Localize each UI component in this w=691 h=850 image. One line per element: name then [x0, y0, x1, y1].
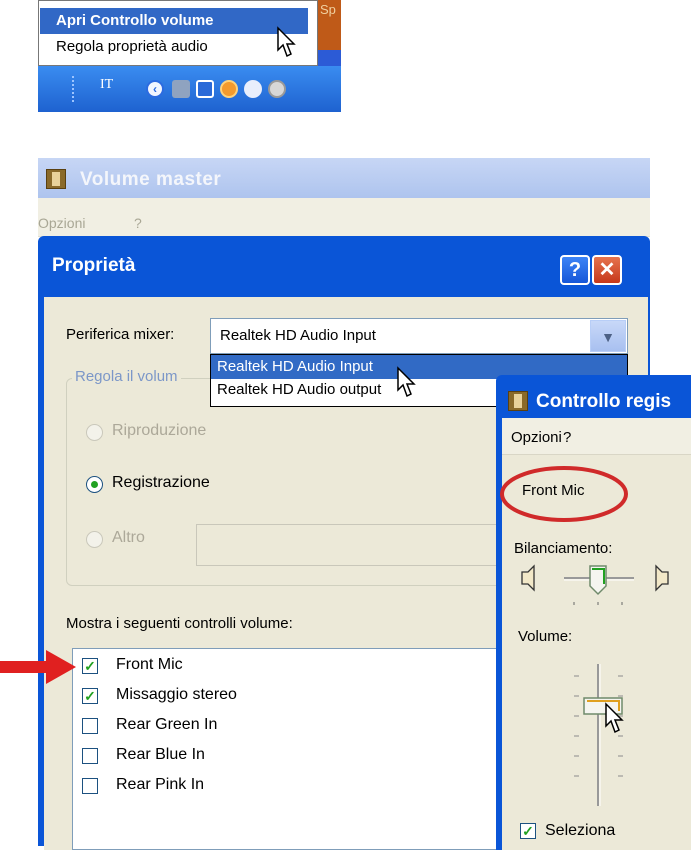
list-item: Rear Pink In	[116, 776, 205, 793]
app-icon[interactable]	[220, 80, 238, 98]
radio-registrazione[interactable]	[86, 476, 103, 493]
mouse-cursor-icon	[605, 702, 624, 734]
list-item: Rear Blue In	[116, 746, 205, 763]
volume-app-icon	[46, 169, 66, 189]
adjust-volume-group-label: Regola il volum	[72, 368, 181, 385]
properties-title: Proprietà	[52, 255, 136, 276]
balance-label: Bilanciamento:	[514, 540, 613, 557]
menu-opzioni[interactable]: Opzioni	[38, 215, 85, 231]
volume-label: Volume:	[518, 628, 573, 645]
menu-help[interactable]: ?	[563, 429, 571, 446]
taskbar-button-fragment[interactable]: Sp	[318, 0, 341, 50]
checkbox-missaggio-stereo[interactable]: ✓	[82, 688, 98, 704]
select-label: Seleziona	[545, 822, 616, 839]
annotation-arrow-icon	[0, 650, 76, 684]
mixer-option-output[interactable]: Realtek HD Audio output	[217, 381, 381, 398]
language-indicator[interactable]: IT	[100, 77, 113, 93]
radio-riproduzione[interactable]	[86, 424, 103, 441]
device-icon[interactable]	[244, 80, 262, 98]
radio-registrazione-label: Registrazione	[112, 474, 210, 491]
network-icon[interactable]	[172, 80, 190, 98]
radio-altro-label: Altro	[112, 529, 145, 546]
volume-master-title: Volume master	[80, 169, 222, 190]
mixer-device-label: Periferica mixer:	[66, 326, 175, 343]
menu-help[interactable]: ?	[134, 215, 142, 231]
checkbox-seleziona[interactable]: ✓	[520, 823, 536, 839]
list-item: Rear Green In	[116, 716, 218, 733]
volume-app-icon	[508, 391, 528, 411]
close-button[interactable]: ✕	[592, 255, 622, 285]
taskbar-button-label: Sp	[320, 2, 336, 17]
mouse-cursor-icon	[397, 366, 416, 398]
tray-grip	[72, 76, 80, 102]
checkbox-front-mic[interactable]: ✓	[82, 658, 98, 674]
volume-master-menubar: Opzioni ?	[38, 198, 650, 237]
balance-slider[interactable]	[516, 562, 691, 612]
radio-riproduzione-label: Riproduzione	[112, 422, 207, 439]
controls-list-label: Mostra i seguenti controlli volume:	[66, 615, 293, 632]
annotation-circle-icon	[500, 466, 628, 522]
list-item: Front Mic	[116, 656, 183, 673]
chevron-down-icon[interactable]: ▼	[590, 320, 626, 352]
mixer-device-value: Realtek HD Audio Input	[220, 327, 376, 344]
checkbox-rear-pink-in[interactable]	[82, 778, 98, 794]
menu-opzioni[interactable]: Opzioni	[511, 429, 562, 446]
checkbox-rear-green-in[interactable]	[82, 718, 98, 734]
mouse-cursor-icon	[277, 26, 296, 58]
help-button[interactable]: ?	[560, 255, 590, 285]
menu-item-open-volume-control[interactable]: Apri Controllo volume	[40, 8, 308, 34]
recording-control-title: Controllo regis	[536, 391, 672, 412]
checkbox-rear-blue-in[interactable]	[82, 748, 98, 764]
menu-item-audio-properties[interactable]: Regola proprietà audio	[56, 38, 208, 55]
speaker-icon[interactable]	[268, 80, 286, 98]
chevron-left-icon[interactable]: ‹	[146, 80, 164, 98]
list-item: Missaggio stereo	[116, 686, 237, 703]
radio-altro[interactable]	[86, 531, 103, 548]
help-icon[interactable]	[196, 80, 214, 98]
